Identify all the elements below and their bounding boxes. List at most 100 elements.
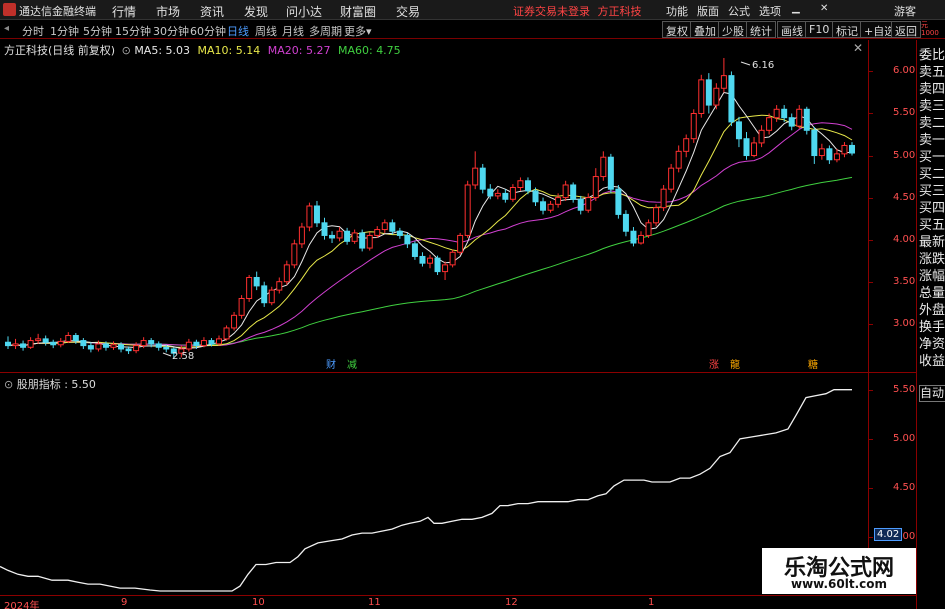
candle-body bbox=[155, 343, 162, 348]
candle bbox=[344, 227, 351, 245]
side-panel-item[interactable]: 涨幅 bbox=[919, 269, 945, 284]
candle-body bbox=[374, 229, 381, 236]
side-panel-item[interactable]: 净资 bbox=[919, 337, 945, 352]
tab-period-5min[interactable]: 5分钟 bbox=[83, 23, 112, 39]
overlay-button[interactable]: 叠加 bbox=[690, 21, 720, 38]
menu-item-ask[interactable]: 问小达 bbox=[286, 3, 322, 20]
side-panel-item[interactable]: 买四 bbox=[919, 201, 945, 216]
side-panel-item[interactable]: 收益 bbox=[919, 354, 945, 369]
side-panel-item[interactable]: 买三 bbox=[919, 184, 945, 199]
candle-body bbox=[524, 180, 531, 192]
draw-line-button[interactable]: 画线 bbox=[777, 21, 807, 38]
indicator-chart[interactable] bbox=[0, 373, 868, 593]
tab-period-daily[interactable]: 日线 bbox=[227, 23, 249, 39]
indicator-tick-mark bbox=[869, 537, 873, 538]
tab-period-60min[interactable]: 60分钟 bbox=[190, 23, 226, 39]
side-panel-item[interactable]: 委比 bbox=[919, 48, 945, 63]
side-panel-item[interactable]: 换手 bbox=[919, 320, 945, 335]
tab-period-15min[interactable]: 15分钟 bbox=[115, 23, 151, 39]
side-panel-item[interactable]: 外盘 bbox=[919, 303, 945, 318]
guest-label[interactable]: 游客 bbox=[894, 3, 916, 19]
candle-body bbox=[57, 340, 64, 346]
price-tick: 3.50 bbox=[893, 275, 916, 287]
side-panel-item[interactable]: 买一 bbox=[919, 150, 945, 165]
menu-bar: 通达信金融终端 行情 市场 资讯 发现 问小达 财富圈 交易 证券交易未登录 方… bbox=[0, 0, 945, 20]
candle-body bbox=[562, 184, 569, 199]
candle bbox=[758, 125, 765, 148]
candle bbox=[298, 222, 305, 249]
candlestick-chart[interactable]: 6.16 2.58 财 减 涨 龍 糖 bbox=[0, 40, 868, 372]
statistics-button[interactable]: 统计 bbox=[746, 21, 776, 38]
candle-body bbox=[336, 230, 343, 239]
candle-body bbox=[268, 289, 275, 304]
f10-button[interactable]: F10 bbox=[805, 21, 834, 38]
login-notice[interactable]: 证券交易未登录 方正科技 bbox=[513, 3, 642, 19]
candle bbox=[728, 71, 735, 127]
side-panel-item[interactable]: 总量 bbox=[919, 286, 945, 301]
ma10-line-layer bbox=[7, 114, 853, 348]
candle-body bbox=[826, 148, 833, 161]
price-tick-mark bbox=[869, 281, 873, 283]
candle bbox=[690, 109, 697, 143]
menu-item-trade[interactable]: 交易 bbox=[396, 3, 420, 20]
side-panel-item[interactable]: 最新 bbox=[919, 235, 945, 250]
candle-body bbox=[457, 234, 464, 253]
tab-period-more[interactable]: 更多▾ bbox=[344, 23, 372, 39]
candle-body bbox=[766, 117, 773, 131]
candle-body bbox=[396, 230, 403, 236]
candle bbox=[110, 341, 117, 350]
candle-body bbox=[118, 344, 125, 350]
collapse-icon[interactable]: ◂ bbox=[4, 23, 9, 34]
candle-body bbox=[479, 167, 486, 190]
tab-period-multi[interactable]: 多周期 bbox=[309, 23, 342, 39]
menu-item-quotes[interactable]: 行情 bbox=[112, 3, 136, 20]
side-panel-item[interactable]: 买五 bbox=[919, 218, 945, 233]
menu-item-options[interactable]: 选项 bbox=[759, 3, 781, 19]
back-button[interactable]: 返回 bbox=[891, 21, 921, 38]
side-panel-item[interactable]: 卖四 bbox=[919, 82, 945, 97]
candle-body bbox=[102, 343, 109, 348]
menu-item-market[interactable]: 市场 bbox=[156, 3, 180, 20]
tab-period-weekly[interactable]: 周线 bbox=[255, 23, 277, 39]
side-panel-item[interactable]: 卖五 bbox=[919, 65, 945, 80]
menu-item-formula[interactable]: 公式 bbox=[728, 3, 750, 19]
side-panel-item[interactable]: 买二 bbox=[919, 167, 945, 182]
candle-body bbox=[208, 340, 215, 345]
mark-button[interactable]: 标记 bbox=[832, 21, 862, 38]
tab-period-intraday[interactable]: 分时 bbox=[22, 23, 44, 39]
candle-body bbox=[570, 184, 577, 200]
menu-item-discover[interactable]: 发现 bbox=[244, 3, 268, 20]
candle-body bbox=[758, 129, 765, 144]
side-panel-item[interactable]: 涨跌 bbox=[919, 252, 945, 267]
side-panel-item[interactable]: 自动 bbox=[919, 385, 945, 402]
fewer-stocks-button[interactable]: 少股 bbox=[718, 21, 748, 38]
menu-item-layout[interactable]: 版面 bbox=[697, 3, 719, 19]
candle bbox=[547, 200, 554, 213]
side-panel-item[interactable]: 卖三 bbox=[919, 99, 945, 114]
candle-body bbox=[329, 234, 336, 239]
candle-body bbox=[50, 341, 57, 346]
candle bbox=[238, 295, 245, 319]
side-panel-item[interactable]: 卖二 bbox=[919, 116, 945, 131]
candle-layer bbox=[5, 57, 855, 360]
tab-period-monthly[interactable]: 月线 bbox=[282, 23, 304, 39]
tab-period-1min[interactable]: 1分钟 bbox=[50, 23, 79, 39]
annotation-layer: 6.16 2.58 财 减 涨 龍 糖 bbox=[162, 60, 818, 371]
candle-body bbox=[12, 343, 19, 347]
price-toggle[interactable]: 元 1000 bbox=[921, 21, 945, 37]
candle-body bbox=[261, 285, 268, 304]
candle-body bbox=[773, 108, 780, 119]
side-panel-item[interactable]: 卖一 bbox=[919, 133, 945, 148]
candle bbox=[592, 168, 599, 201]
menu-item-news[interactable]: 资讯 bbox=[200, 3, 224, 20]
close-icon[interactable]: ✕ bbox=[820, 3, 828, 14]
adjust-button[interactable]: 复权 bbox=[662, 21, 692, 38]
candle-body bbox=[110, 344, 117, 348]
candle bbox=[50, 339, 57, 349]
candle-body bbox=[35, 338, 42, 342]
tab-period-30min[interactable]: 30分钟 bbox=[153, 23, 189, 39]
menu-item-functions[interactable]: 功能 bbox=[666, 3, 688, 19]
minimize-icon[interactable]: ▁ bbox=[792, 3, 800, 14]
period-tab-bar: ◂ 分时 1分钟 5分钟 15分钟 30分钟 60分钟 日线 周线 月线 多周期… bbox=[0, 20, 945, 39]
menu-item-community[interactable]: 财富圈 bbox=[340, 3, 376, 20]
